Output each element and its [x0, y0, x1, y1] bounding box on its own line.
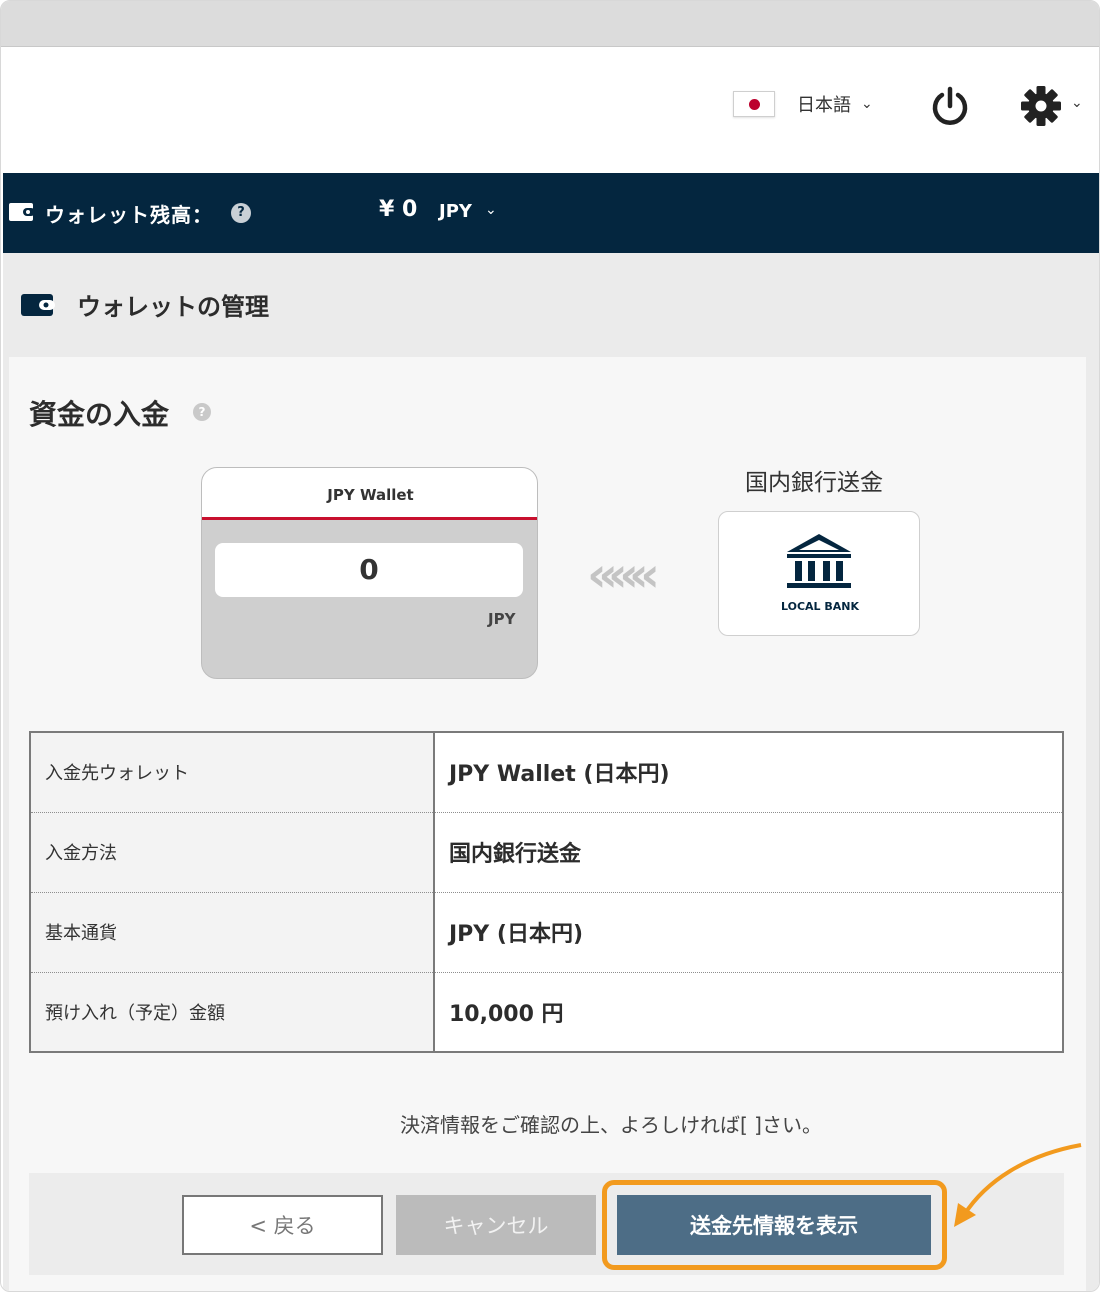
browser-frame: 日本語 ⌄ ⌄ ウォレット残高： ? ¥ 0 JPY ⌄ ウォレットの管理 資金… [0, 0, 1100, 1292]
row-label: 預け入れ（予定）金額 [30, 972, 435, 1052]
row-value: JPY Wallet (日本円) [434, 732, 1063, 813]
row-label: 入金方法 [30, 812, 435, 893]
table-row: 入金先ウォレット JPY Wallet (日本円) [30, 732, 1063, 813]
pointer-arrow-icon [954, 1143, 1082, 1227]
wallet-card-currency: JPY [488, 610, 516, 628]
gear-icon[interactable] [1019, 85, 1063, 127]
local-bank-option[interactable]: LOCAL BANK [718, 511, 920, 636]
table-row: 入金方法 国内銀行送金 [30, 812, 1063, 893]
window-chrome [1, 1, 1099, 47]
help-icon[interactable]: ? [193, 403, 211, 421]
table-row: 基本通貨 JPY (日本円) [30, 892, 1063, 973]
cancel-button[interactable]: キャンセル [396, 1195, 596, 1255]
wallet-balance-bar: ウォレット残高： ? ¥ 0 JPY ⌄ [3, 173, 1099, 253]
page-title: ウォレットの管理 [77, 293, 269, 321]
wallet-icon [9, 203, 35, 221]
japan-flag-icon [733, 91, 775, 117]
wallet-card-header: JPY Wallet [202, 468, 537, 520]
power-icon[interactable] [929, 85, 971, 127]
row-value: 10,000 円 [434, 972, 1063, 1052]
language-label: 日本語 [797, 95, 851, 116]
language-selector[interactable]: 日本語 ⌄ [733, 91, 873, 117]
row-value: JPY (日本円) [434, 892, 1063, 973]
wallet-balance-label: ウォレット残高： [45, 203, 213, 227]
row-value: 国内銀行送金 [434, 812, 1063, 893]
currency-chevron-down-icon[interactable]: ⌄ [485, 202, 497, 218]
chevron-down-icon: ⌄ [861, 96, 873, 112]
deposit-method-label: 国内銀行送金 [745, 470, 883, 496]
highlight-frame [602, 1180, 947, 1270]
bank-logo-text: LOCAL BANK [780, 600, 860, 613]
deposit-details-table: 入金先ウォレット JPY Wallet (日本円) 入金方法 国内銀行送金 基本… [29, 731, 1064, 1053]
deposit-title: 資金の入金 [29, 398, 170, 431]
settings-chevron-down-icon[interactable]: ⌄ [1071, 95, 1083, 111]
wallet-card: JPY Wallet 0 JPY [201, 467, 538, 679]
help-icon[interactable]: ? [231, 203, 251, 223]
wallet-card-name: JPY Wallet [327, 486, 414, 504]
confirmation-note: 決済情報をご確認の上、よろしければ[ ]さい。 [400, 1113, 822, 1137]
wallet-icon [21, 293, 55, 316]
bank-icon [787, 534, 851, 588]
section-header: ウォレットの管理 [21, 287, 269, 322]
table-row: 預け入れ（予定）金額 10,000 円 [30, 972, 1063, 1052]
row-label: 基本通貨 [30, 892, 435, 973]
wallet-currency[interactable]: JPY [439, 201, 472, 222]
back-button[interactable]: < 戻る [182, 1195, 383, 1255]
transfer-arrows-icon: ««« [587, 547, 660, 603]
wallet-balance-amount: ¥ 0 [379, 197, 418, 222]
row-label: 入金先ウォレット [30, 732, 435, 813]
wallet-card-value: 0 [215, 543, 523, 597]
